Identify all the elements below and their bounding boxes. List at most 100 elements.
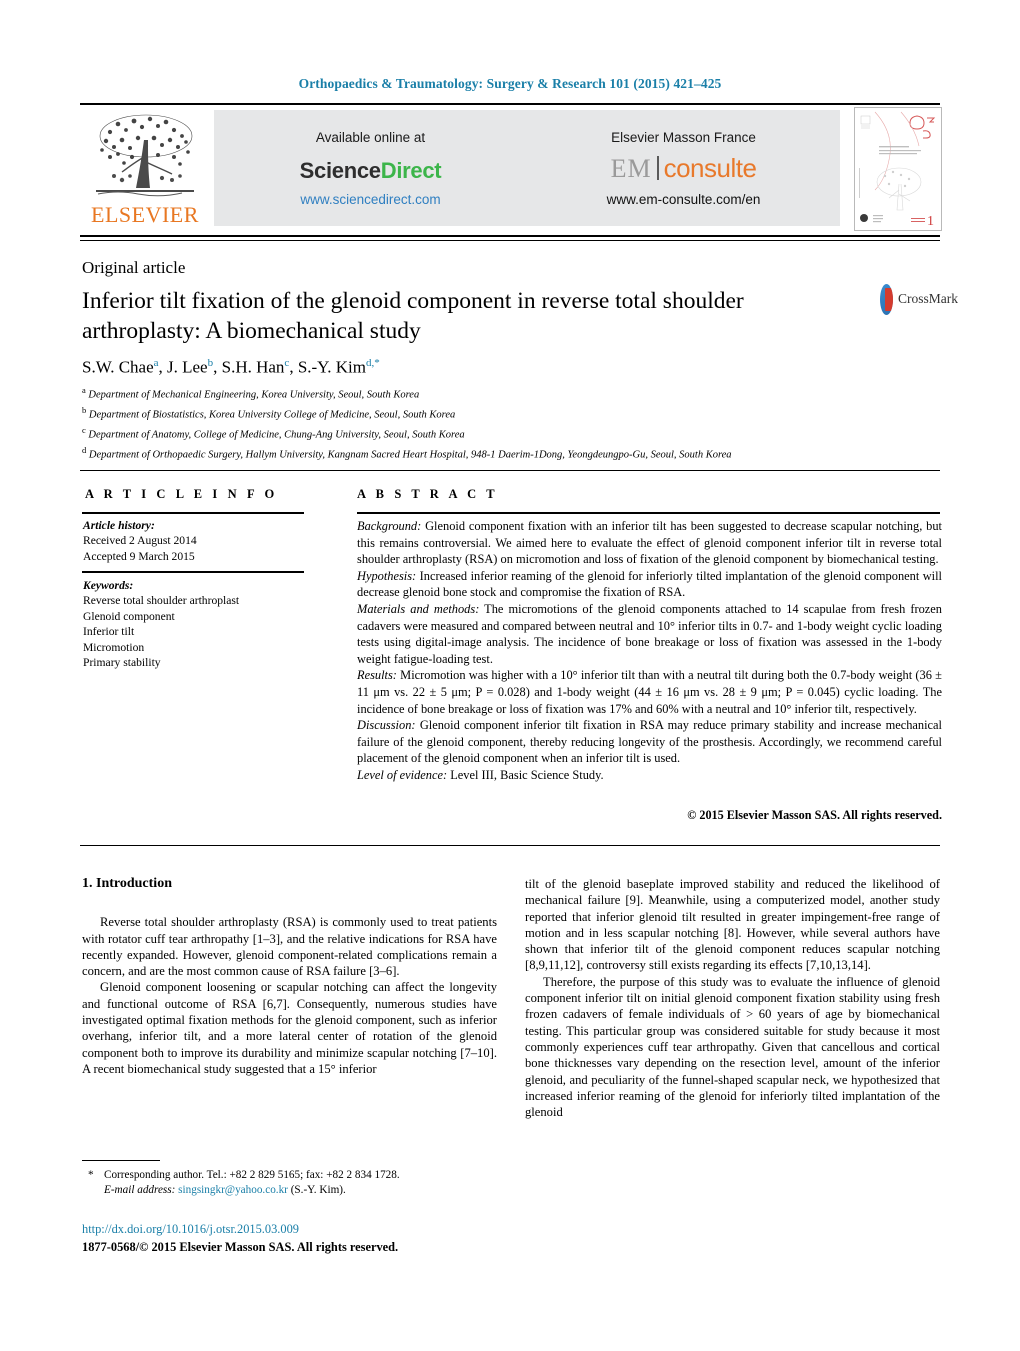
article-info-heading: A R T I C L E I N F O [85, 487, 278, 501]
sciencedirect-block: Available online at ScienceDirect www.sc… [214, 110, 527, 226]
svg-text:1: 1 [927, 214, 934, 229]
body-paragraph: Reverse total shoulder arthroplasty (RSA… [82, 915, 497, 979]
abstract-section-label: Discussion: [357, 718, 416, 733]
abstract-box-bottom-rule [80, 845, 940, 846]
keyword-item: Primary stability [83, 656, 161, 670]
header-bottom-rule [80, 235, 940, 237]
sciencedirect-wordmark: ScienceDirect [300, 158, 442, 184]
author-name: S.W. Chae [82, 357, 154, 377]
affiliation-label: a [82, 385, 86, 395]
author-list: S.W. Chaea, J. Leeb, S.H. Hanc, S.-Y. Ki… [82, 357, 380, 377]
author-name: J. Lee [167, 357, 208, 377]
affiliation-item: d Department of Orthopaedic Surgery, Hal… [82, 443, 942, 463]
affiliation-text: Department of Anatomy, College of Medici… [88, 429, 465, 441]
abstract-section: Results: Micromotion was higher with a 1… [357, 667, 942, 717]
article-info-rule-1 [82, 512, 304, 514]
section-heading-introduction: 1. Introduction [82, 876, 172, 891]
keyword-item: Inferior tilt [83, 625, 135, 639]
affiliation-item: a Department of Mechanical Engineering, … [82, 383, 942, 403]
author-affil-mark[interactable]: d,* [366, 357, 380, 369]
body-paragraph: tilt of the glenoid baseplate improved s… [525, 877, 940, 973]
abstract-section: Hypothesis: Increased inferior reaming o… [357, 568, 942, 601]
body-paragraph: Glenoid component loosening or scapular … [82, 980, 497, 1076]
emconsulte-word-consulte: consulte [663, 152, 757, 183]
elsevier-logo: ELSEVIER [84, 108, 206, 230]
emconsulte-wordmark: EM consulte [611, 153, 757, 184]
abstract-section-label: Level of evidence: [357, 767, 448, 782]
email-line: E-mail address: singsingkr@yahoo.co.kr (… [104, 1183, 497, 1198]
elsevier-masson-france-label: Elsevier Masson France [611, 129, 756, 145]
affiliation-list: a Department of Mechanical Engineering, … [82, 383, 942, 463]
corresponding-author-footnote: * Corresponding author. Tel.: +82 2 829 … [82, 1168, 497, 1197]
affiliation-item: c Department of Anatomy, College of Medi… [82, 423, 942, 443]
article-type: Original article [82, 258, 186, 277]
affiliation-text: Department of Biostatistics, Korea Unive… [88, 409, 456, 421]
affiliation-item: b Department of Biostatistics, Korea Uni… [82, 403, 942, 423]
paper-page: Orthopaedics & Traumatology: Surgery & R… [0, 0, 1020, 1351]
emconsulte-block: Elsevier Masson France EM consulte www.e… [527, 110, 840, 226]
abstract-copyright: © 2015 Elsevier Masson SAS. All rights r… [687, 808, 942, 822]
header-top-rule [80, 103, 940, 105]
affiliation-text: Department of Orthopaedic Surgery, Hally… [88, 449, 732, 461]
abstract-section-label: Results: [357, 668, 397, 683]
elsevier-wordmark: ELSEVIER [91, 202, 199, 227]
email-owner: (S.-Y. Kim). [290, 1183, 346, 1196]
article-accepted-date: Accepted 9 March 2015 [83, 549, 195, 563]
keyword-item: Micromotion [83, 640, 145, 654]
abstract-section: Discussion: Glenoid component inferior t… [357, 717, 942, 767]
body-column-left: 1. Introduction Reverse total shoulder a… [82, 876, 497, 1077]
sciencedirect-url[interactable]: www.sciencedirect.com [300, 192, 440, 207]
affiliation-label: b [82, 405, 87, 416]
body-column-right: tilt of the glenoid baseplate improved s… [525, 876, 940, 1120]
header-bottom-rule-thin [80, 240, 940, 241]
footnote-separator [82, 1160, 160, 1161]
abstract-section-label: Background: [357, 519, 422, 533]
affiliation-label: c [82, 425, 86, 436]
abstract-section: Background: Glenoid component fixation w… [357, 518, 942, 568]
emconsulte-divider [656, 155, 659, 180]
elsevier-tree-icon [96, 114, 194, 197]
abstract-box-top-rule [80, 470, 940, 471]
abstract-section-text: Increased inferior reaming of the glenoi… [357, 568, 942, 600]
abstract-body: Background: Glenoid component fixation w… [357, 518, 942, 784]
emconsulte-word-em: EM [610, 153, 652, 183]
author-affil-mark[interactable]: b [208, 357, 214, 369]
abstract-section-text: Level III, Basic Science Study. [450, 767, 604, 782]
sciencedirect-word-direct: Direct [380, 157, 442, 183]
author-affil-mark[interactable]: c [284, 357, 289, 369]
available-online-label: Available online at [315, 129, 426, 145]
article-history-label: Article history: [83, 519, 155, 532]
crossmark-badge[interactable]: CrossMark [880, 283, 958, 315]
page-title: Inferior tilt fixation of the glenoid co… [82, 288, 744, 344]
article-received-date: Received 2 August 2014 [83, 534, 197, 548]
author-name: S.-Y. Kim [297, 357, 366, 377]
abstract-section: Level of evidence: Level III, Basic Scie… [357, 767, 942, 784]
abstract-section: Materials and methods: The micromotions … [357, 601, 942, 667]
author-name: S.H. Han [221, 357, 285, 377]
abstract-section-text: Micromotion was higher with a 10° inferi… [357, 668, 942, 716]
abstract-rule [357, 512, 940, 514]
abstract-heading: A B S T R A C T [357, 487, 499, 501]
article-info-rule-2 [82, 571, 304, 573]
sciencedirect-word-science: Science [299, 157, 381, 183]
crossmark-label: CrossMark [898, 291, 958, 306]
abstract-section-text: Glenoid component fixation with an infer… [357, 519, 942, 567]
keyword-item: Reverse total shoulder arthroplast [83, 594, 240, 608]
keywords-block: Keywords: Reverse total shoulder arthrop… [83, 578, 239, 670]
abstract-section-label: Materials and methods: [357, 601, 480, 616]
email-label: E-mail address: [104, 1183, 176, 1196]
publisher-banner: Available online at ScienceDirect www.sc… [214, 110, 840, 226]
crossmark-icon [880, 283, 893, 315]
article-history-block: Article history: Received 2 August 2014 … [83, 518, 197, 564]
email-link[interactable]: singsingkr@yahoo.co.kr [178, 1184, 288, 1196]
author-affil-mark[interactable]: a [154, 357, 159, 369]
doi-link[interactable]: http://dx.doi.org/10.1016/j.otsr.2015.03… [82, 1222, 299, 1237]
running-head: Orthopaedics & Traumatology: Surgery & R… [298, 76, 722, 91]
journal-cover-art: 1 [855, 108, 941, 230]
emconsulte-url[interactable]: www.em-consulte.com/en [607, 192, 761, 207]
keywords-label: Keywords: [83, 579, 134, 592]
abstract-section-label: Hypothesis: [357, 568, 417, 583]
body-paragraph: Therefore, the purpose of this study was… [525, 974, 940, 1120]
issn-copyright-line: 1877-0568/© 2015 Elsevier Masson SAS. Al… [82, 1240, 399, 1254]
affiliation-label: d [82, 445, 87, 456]
